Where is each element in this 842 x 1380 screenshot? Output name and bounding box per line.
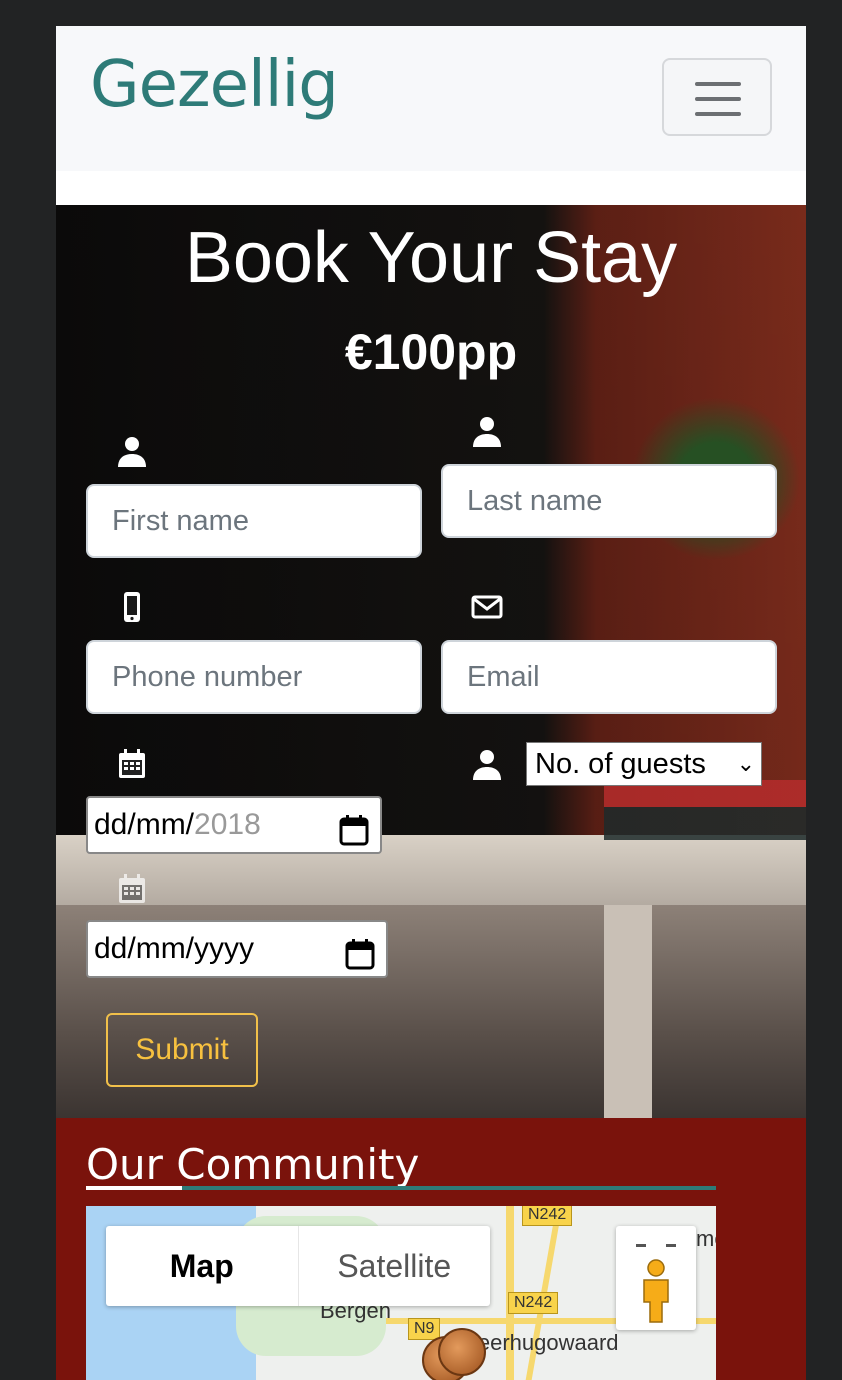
- title-underline-accent: [182, 1186, 716, 1190]
- title-underline: [86, 1186, 182, 1190]
- map-type-control: Map Satellite: [106, 1226, 490, 1306]
- calendar-picker-icon[interactable]: [338, 810, 370, 846]
- road-badge: N242: [508, 1292, 559, 1314]
- hamburger-icon-bar: [695, 112, 741, 116]
- email-input[interactable]: [441, 640, 777, 714]
- road-badge: N9: [408, 1318, 441, 1340]
- community-map[interactable]: N242 N242 N9 Bergen Heerhugowaard me Map…: [86, 1206, 716, 1380]
- street-view-button[interactable]: [616, 1226, 696, 1330]
- background-books: [604, 780, 806, 840]
- checkout-date-input[interactable]: dd/mm/yyyy: [86, 920, 388, 978]
- phone-number-input[interactable]: [86, 640, 422, 714]
- map-label-partial: me: [696, 1226, 716, 1251]
- map-type-satellite-button[interactable]: Satellite: [297, 1226, 491, 1306]
- page: Gezellig Book Your Stay €100pp First nam…: [56, 26, 806, 1380]
- hamburger-icon-bar: [695, 97, 741, 101]
- guests-select[interactable]: No. of guests ⌄: [526, 742, 762, 786]
- first-name-input[interactable]: [86, 484, 422, 558]
- map-marker[interactable]: [438, 1328, 486, 1376]
- hamburger-icon: [695, 82, 741, 86]
- user-icon: [116, 435, 148, 467]
- envelope-icon: [471, 591, 503, 623]
- chevron-down-icon: ⌄: [736, 751, 755, 776]
- user-icon: [471, 748, 503, 780]
- checkin-date-format: dd/mm/: [94, 808, 195, 841]
- last-name-input[interactable]: [441, 464, 777, 538]
- booking-title: Book Your Stay: [184, 218, 678, 298]
- community-title: Our Community: [86, 1140, 420, 1189]
- checkout-date-format: dd/mm/yyyy: [94, 932, 255, 965]
- community-section: Our Community N242 N242 N9 Bergen Heerhu…: [56, 1118, 806, 1380]
- mobile-phone-icon: [116, 591, 148, 623]
- road-badge: N242: [522, 1206, 573, 1226]
- calendar-icon: [116, 873, 148, 905]
- navbar-toggle-button[interactable]: [662, 58, 772, 136]
- calendar-picker-icon[interactable]: [344, 934, 376, 970]
- submit-button[interactable]: Submit: [106, 1013, 258, 1087]
- calendar-icon: [116, 748, 148, 780]
- pegman-icon: [636, 1244, 676, 1323]
- booking-price: €100pp: [344, 324, 518, 380]
- navbar: Gezellig: [56, 26, 806, 171]
- guests-select-value: No. of guests: [535, 748, 706, 780]
- user-icon: [471, 415, 503, 447]
- booking-section: Book Your Stay €100pp dd/mm/2018: [56, 205, 806, 1118]
- brand-logo[interactable]: Gezellig: [90, 48, 339, 122]
- map-type-map-button[interactable]: Map: [106, 1226, 298, 1306]
- background-shelf-leg: [604, 905, 652, 1118]
- checkin-date-year: 2018: [194, 808, 261, 841]
- checkin-date-input[interactable]: dd/mm/2018: [86, 796, 382, 854]
